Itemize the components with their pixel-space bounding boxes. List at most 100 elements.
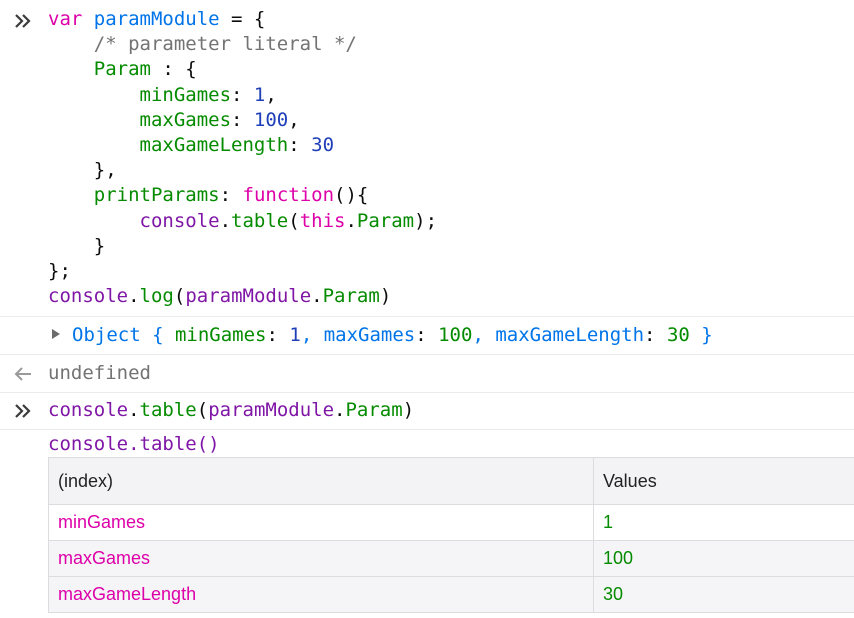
code-token: maxGameLength <box>139 134 289 157</box>
code-token: . <box>334 399 346 421</box>
code-block[interactable]: var paramModule = { /* parameter literal… <box>48 7 437 309</box>
code-line: } <box>48 234 437 259</box>
command-text[interactable]: console.table(paramModule.Param) <box>48 398 414 423</box>
row-key: minGames <box>48 504 594 541</box>
code-token: . <box>128 285 140 308</box>
prompt-chevron-icon <box>10 398 36 423</box>
object-preview[interactable]: Object { minGames: 1, maxGames: 100, max… <box>72 323 713 348</box>
code-token: . <box>219 209 232 232</box>
row-key: maxGames <box>48 540 594 577</box>
code-token: Param <box>356 209 415 232</box>
code-token: : <box>231 108 254 131</box>
code-token: maxGames <box>139 108 232 131</box>
code-token: , <box>288 108 300 131</box>
code-token: paramModule <box>208 399 335 421</box>
code-token: 100 <box>438 324 473 346</box>
code-line: console.log(paramModule.Param) <box>48 284 437 309</box>
code-token: . <box>345 209 357 232</box>
code-token: 1 <box>289 324 301 346</box>
code-token: , <box>300 324 324 346</box>
table-output-title: console.table() <box>48 433 220 455</box>
code-line: var paramModule = { <box>48 7 437 32</box>
code-token: table <box>139 399 197 421</box>
console-output-row: Object { minGames: 1, maxGames: 100, max… <box>0 317 854 355</box>
code-token: function <box>242 184 335 207</box>
code-token: paramModule <box>185 285 312 308</box>
row-value: 100 <box>593 540 854 577</box>
values-column-header[interactable]: Values <box>593 457 854 505</box>
code-token: var <box>48 8 94 30</box>
code-line: }; <box>48 259 437 284</box>
expand-triangle-icon[interactable] <box>52 329 60 339</box>
row-value: 30 <box>593 576 854 613</box>
index-column-header[interactable]: (index) <box>48 457 594 505</box>
code-token: : <box>219 184 243 207</box>
code-token: table <box>231 209 289 232</box>
code-token: : <box>266 324 290 346</box>
code-token: Param <box>322 285 380 308</box>
console-result-row: undefined <box>0 355 854 393</box>
code-token: . <box>128 399 140 421</box>
code-token: minGames <box>139 83 232 106</box>
code-token: : <box>231 83 254 106</box>
code-line: minGames: 1, <box>48 83 437 108</box>
code-token: maxGameLength <box>495 324 645 346</box>
code-token: Object { <box>72 324 175 346</box>
code-token: 30 <box>311 134 335 157</box>
code-token: this <box>299 209 346 232</box>
code-token: Param <box>93 58 151 81</box>
table-row: maxGames 100 <box>48 540 854 577</box>
console-table: (index) Values minGames 1 maxGames 100 m… <box>48 457 854 613</box>
code-token: 1 <box>253 83 266 106</box>
table-row: maxGameLength 30 <box>48 576 854 613</box>
code-token: Param <box>345 399 403 421</box>
code-token: }; <box>48 260 71 283</box>
code-token: }, <box>48 159 117 182</box>
code-token: (){ <box>334 184 369 207</box>
table-header-row: (index) Values <box>48 457 854 505</box>
code-token: } <box>689 324 713 346</box>
code-line: }, <box>48 158 437 183</box>
code-token: : { <box>150 58 197 81</box>
code-token: ( <box>288 209 300 232</box>
code-token: console <box>48 285 129 308</box>
code-token: log <box>139 285 174 308</box>
code-token: printParams <box>93 184 220 207</box>
code-token: ) <box>402 399 415 421</box>
code-token: ( <box>173 285 186 308</box>
row-key: maxGameLength <box>48 576 594 613</box>
code-token: : <box>288 134 312 157</box>
result-value: undefined <box>48 362 151 384</box>
code-line: maxGameLength: 30 <box>48 133 437 158</box>
code-token: maxGames <box>323 324 416 346</box>
code-token: , <box>472 324 496 346</box>
code-token: } <box>48 234 106 257</box>
code-token: , <box>265 83 277 106</box>
code-line: console.table(this.Param); <box>48 209 438 234</box>
code-token: /* parameter literal */ <box>93 33 357 56</box>
code-token: : <box>644 324 667 346</box>
code-line: printParams: function(){ <box>48 183 437 208</box>
code-token: 30 <box>666 324 690 346</box>
prompt-chevron-icon <box>10 8 36 33</box>
code-token: ) <box>379 285 392 308</box>
code-token: : <box>415 324 439 346</box>
code-token: console <box>139 209 220 232</box>
code-line: /* parameter literal */ <box>48 32 437 57</box>
code-token: console <box>48 399 129 421</box>
console-input-row[interactable]: var paramModule = { /* parameter literal… <box>0 0 854 317</box>
console-input-row-2[interactable]: console.table(paramModule.Param) <box>0 393 854 430</box>
code-token: 100 <box>253 108 289 131</box>
table-row: minGames 1 <box>48 504 854 541</box>
code-token: . <box>311 285 323 308</box>
code-token: paramModule <box>93 8 220 30</box>
code-line: maxGames: 100, <box>48 108 437 133</box>
code-token: minGames <box>174 324 267 346</box>
